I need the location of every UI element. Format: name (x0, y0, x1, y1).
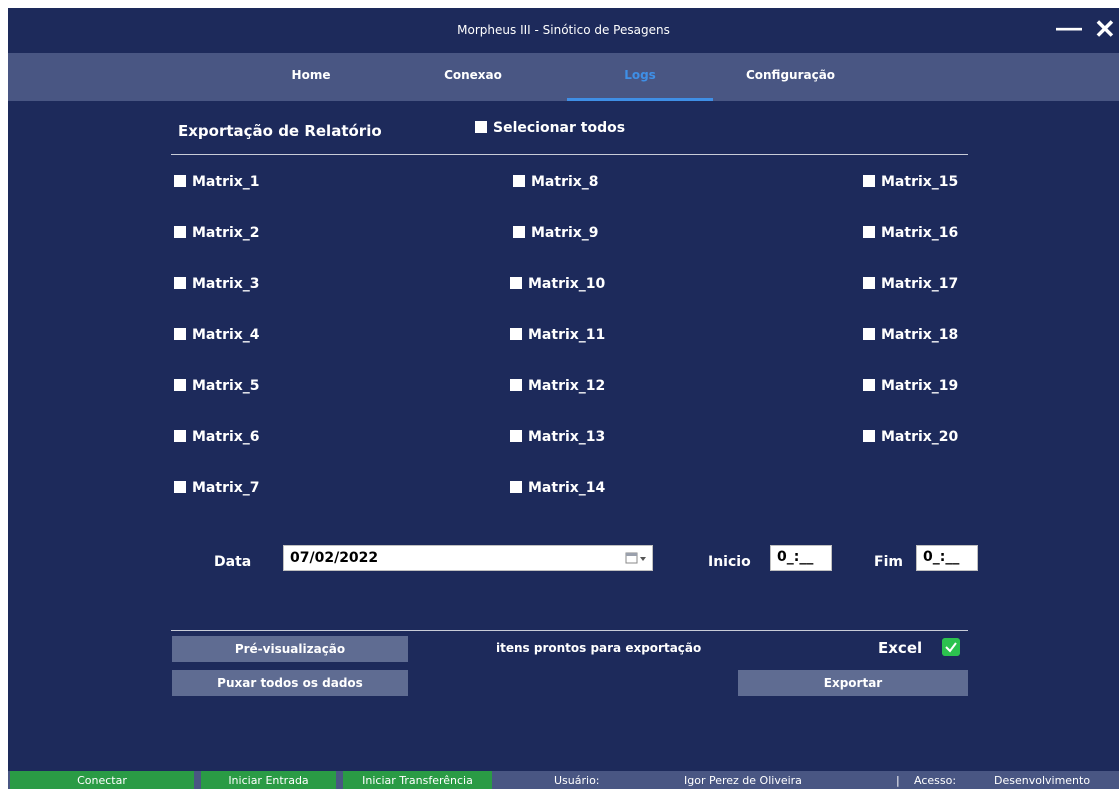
connect-button[interactable]: Conectar (10, 771, 194, 789)
user-value: Igor Perez de Oliveira (684, 774, 802, 787)
checkbox-box (863, 277, 875, 289)
matrix-12-checkbox[interactable]: Matrix_12 (510, 378, 605, 394)
checkbox-box (863, 175, 875, 187)
nav-bar: Home Conexao Logs Configuração (8, 53, 1119, 101)
matrix-7-checkbox[interactable]: Matrix_7 (174, 480, 260, 496)
excel-checkbox[interactable] (942, 638, 960, 656)
start-time-label: Inicio (708, 554, 751, 570)
checkbox-label: Matrix_1 (192, 174, 260, 190)
window-title: Morpheus III - Sinótico de Pesagens (457, 23, 670, 37)
section-title: Exportação de Relatório (178, 122, 382, 140)
title-bar: Morpheus III - Sinótico de Pesagens — ✕ (8, 8, 1119, 53)
checkbox-box (863, 328, 875, 340)
checkbox-box (174, 226, 186, 238)
checkbox-label: Matrix_8 (531, 174, 599, 190)
checkbox-label: Matrix_12 (528, 378, 606, 394)
checkbox-label: Matrix_13 (528, 429, 606, 445)
checkbox-box (510, 379, 522, 391)
preview-button[interactable]: Pré-visualização (172, 636, 408, 662)
matrix-10-checkbox[interactable]: Matrix_10 (510, 276, 605, 292)
checkbox-box (174, 328, 186, 340)
separator: | (896, 774, 900, 787)
end-time-label: Fim (874, 554, 903, 570)
access-label: Acesso: (914, 774, 957, 787)
checkbox-box (174, 175, 186, 187)
checkbox-label: Matrix_19 (881, 378, 959, 394)
tab-configuracao[interactable]: Configuração (723, 53, 858, 101)
matrix-1-checkbox[interactable]: Matrix_1 (174, 174, 260, 190)
checkbox-box (510, 430, 522, 442)
main-window: Morpheus III - Sinótico de Pesagens — ✕ … (8, 8, 1119, 789)
checkbox-box (174, 481, 186, 493)
checkbox-label: Matrix_3 (192, 276, 260, 292)
checkbox-label: Matrix_6 (192, 429, 260, 445)
checkbox-label: Matrix_15 (881, 174, 959, 190)
select-all-label: Selecionar todos (493, 120, 626, 136)
checkbox-label: Matrix_16 (881, 225, 959, 241)
start-time-input[interactable]: 0_:__ (770, 545, 832, 571)
tab-logs[interactable]: Logs (567, 53, 713, 101)
matrix-5-checkbox[interactable]: Matrix_5 (174, 378, 260, 394)
checkbox-label: Matrix_11 (528, 327, 606, 343)
date-label: Data (214, 554, 252, 570)
matrix-2-checkbox[interactable]: Matrix_2 (174, 225, 260, 241)
checkbox-box (475, 121, 487, 133)
matrix-11-checkbox[interactable]: Matrix_11 (510, 327, 605, 343)
matrix-4-checkbox[interactable]: Matrix_4 (174, 327, 260, 343)
checkbox-label: Matrix_7 (192, 480, 260, 496)
matrix-8-checkbox[interactable]: Matrix_8 (513, 174, 599, 190)
matrix-19-checkbox[interactable]: Matrix_19 (863, 378, 958, 394)
calendar-dropdown-icon[interactable] (625, 550, 647, 566)
checkbox-box (863, 226, 875, 238)
excel-label: Excel (878, 639, 923, 657)
status-bar: Conectar Iniciar Entrada Iniciar Transfe… (8, 771, 1119, 789)
checkbox-label: Matrix_10 (528, 276, 606, 292)
divider (171, 154, 968, 155)
matrix-15-checkbox[interactable]: Matrix_15 (863, 174, 958, 190)
start-transfer-button[interactable]: Iniciar Transferência (343, 771, 492, 789)
checkbox-box (863, 379, 875, 391)
close-button[interactable]: ✕ (1094, 14, 1116, 44)
end-time-input[interactable]: 0_:__ (916, 545, 978, 571)
checkbox-label: Matrix_20 (881, 429, 959, 445)
matrix-9-checkbox[interactable]: Matrix_9 (513, 225, 599, 241)
select-all-checkbox[interactable]: Selecionar todos (475, 120, 625, 136)
checkbox-label: Matrix_14 (528, 480, 606, 496)
checkbox-box (174, 277, 186, 289)
tab-home[interactable]: Home (256, 53, 366, 101)
matrix-14-checkbox[interactable]: Matrix_14 (510, 480, 605, 496)
checkbox-label: Matrix_18 (881, 327, 959, 343)
matrix-20-checkbox[interactable]: Matrix_20 (863, 429, 958, 445)
matrix-17-checkbox[interactable]: Matrix_17 (863, 276, 958, 292)
checkbox-box (510, 328, 522, 340)
checkbox-label: Matrix_17 (881, 276, 959, 292)
matrix-3-checkbox[interactable]: Matrix_3 (174, 276, 260, 292)
export-button[interactable]: Exportar (738, 670, 968, 696)
checkbox-box (510, 277, 522, 289)
checkbox-box (863, 430, 875, 442)
checkbox-box (174, 379, 186, 391)
divider (171, 630, 968, 631)
access-value: Desenvolvimento (994, 774, 1091, 787)
checkbox-box (513, 226, 525, 238)
checkbox-label: Matrix_4 (192, 327, 260, 343)
minimize-button[interactable]: — (1056, 12, 1082, 42)
checkbox-box (510, 481, 522, 493)
checkbox-label: Matrix_2 (192, 225, 260, 241)
matrix-18-checkbox[interactable]: Matrix_18 (863, 327, 958, 343)
date-picker-input[interactable]: 07/02/2022 (283, 545, 653, 571)
tab-conexao[interactable]: Conexao (413, 53, 533, 101)
checkbox-label: Matrix_9 (531, 225, 599, 241)
checkbox-box (513, 175, 525, 187)
matrix-16-checkbox[interactable]: Matrix_16 (863, 225, 958, 241)
checkbox-label: Matrix_5 (192, 378, 260, 394)
checkbox-box (174, 430, 186, 442)
start-entry-button[interactable]: Iniciar Entrada (201, 771, 336, 789)
pull-all-data-button[interactable]: Puxar todos os dados (172, 670, 408, 696)
matrix-6-checkbox[interactable]: Matrix_6 (174, 429, 260, 445)
user-label: Usuário: (554, 774, 600, 787)
export-status-text: itens prontos para exportação (496, 641, 702, 655)
matrix-13-checkbox[interactable]: Matrix_13 (510, 429, 605, 445)
